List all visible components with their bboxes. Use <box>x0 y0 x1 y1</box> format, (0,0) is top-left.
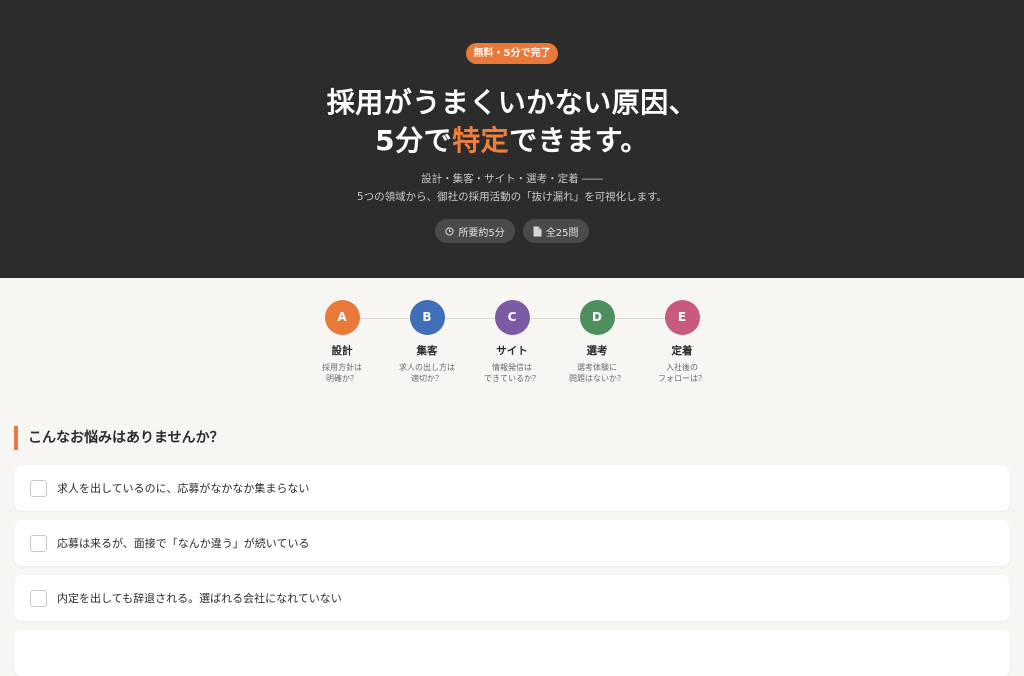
diagnosis-steps: A 設計 採用方針は 明確か？ B 集客 求人の出し方は 適切か？ C サイト … <box>300 300 724 390</box>
duration-label: 所要約5分 <box>458 227 505 239</box>
checklist-label: 求人を出しているのに、応募がなかなか集まらない <box>57 482 310 495</box>
step-a-desc: 採用方針は 明確か？ <box>322 363 362 383</box>
clock-icon <box>445 226 455 236</box>
info-chips: 所要約5分 全25問 <box>0 219 1024 243</box>
step-c-circle: C <box>494 300 530 335</box>
step-b-circle: B <box>409 300 445 335</box>
checklist-item-3[interactable]: 内定を出しても辞退される。選ばれる会社になれていない <box>14 575 1010 621</box>
step-b-name: 集客 <box>416 345 438 357</box>
step-d: D 選考 選考体験に 問題はないか？ <box>555 300 639 384</box>
sub-line2: 5つの領域から、御社の採用活動の「抜け漏れ」を可視化します。 <box>356 191 668 203</box>
page-title: 採用がうまくいかない原因、 5分で特定できます。 <box>0 84 1024 160</box>
step-e: E 定着 入社後の フォローは？ <box>640 300 724 384</box>
step-a: A 設計 採用方針は 明確か？ <box>300 300 384 384</box>
step-e-circle: E <box>664 300 700 335</box>
step-a-circle: A <box>324 300 360 335</box>
checklist-item-1[interactable]: 求人を出しているのに、応募がなかなか集まらない <box>14 465 1010 511</box>
step-c: C サイト 情報発信は できているか？ <box>470 300 554 384</box>
checklist-label: 内定を出しても辞退される。選ばれる会社になれていない <box>57 592 342 605</box>
headline-accent: 特定 <box>452 124 510 157</box>
question-count-chip: 全25問 <box>522 219 589 243</box>
step-c-name: サイト <box>496 345 528 357</box>
checklist-item-2[interactable]: 応募は来るが、面接で「なんか違う」が続いている <box>14 520 1010 566</box>
step-b: B 集客 求人の出し方は 適切か？ <box>385 300 469 384</box>
checklist-item-next[interactable] <box>14 630 1010 676</box>
hero-section: 無料・5分で完了 採用がうまくいかない原因、 5分で特定できます。 設計・集客・… <box>0 0 1024 278</box>
document-icon <box>533 226 542 237</box>
step-d-circle: D <box>579 300 615 335</box>
sub-line1: 設計・集客・サイト・選考・定着 ―― <box>421 173 603 185</box>
step-e-desc: 入社後の フォローは？ <box>658 363 706 383</box>
checkbox[interactable] <box>30 534 47 552</box>
question-count-label: 全25問 <box>545 227 579 239</box>
headline-line1: 採用がうまくいかない原因、 <box>326 86 698 119</box>
step-c-desc: 情報発信は できているか？ <box>484 363 540 383</box>
step-d-name: 選考 <box>586 345 608 357</box>
step-d-desc: 選考体験に 問題はないか？ <box>569 363 625 383</box>
step-b-desc: 求人の出し方は 適切か？ <box>399 363 455 383</box>
step-a-name: 設計 <box>331 345 353 357</box>
checkbox[interactable] <box>30 479 47 497</box>
step-e-name: 定着 <box>671 345 693 357</box>
headline-post: できます。 <box>509 124 649 157</box>
headline-pre: 5分で <box>375 124 453 157</box>
section-title: こんなお悩みはありませんか？ <box>14 426 224 450</box>
duration-chip: 所要約5分 <box>435 219 515 243</box>
free-badge: 無料・5分で完了 <box>466 43 558 64</box>
hero-description: 設計・集客・サイト・選考・定着 ―― 5つの領域から、御社の採用活動の「抜け漏れ… <box>0 170 1024 206</box>
checkbox[interactable] <box>30 589 47 607</box>
checklist-label: 応募は来るが、面接で「なんか違う」が続いている <box>57 537 310 550</box>
